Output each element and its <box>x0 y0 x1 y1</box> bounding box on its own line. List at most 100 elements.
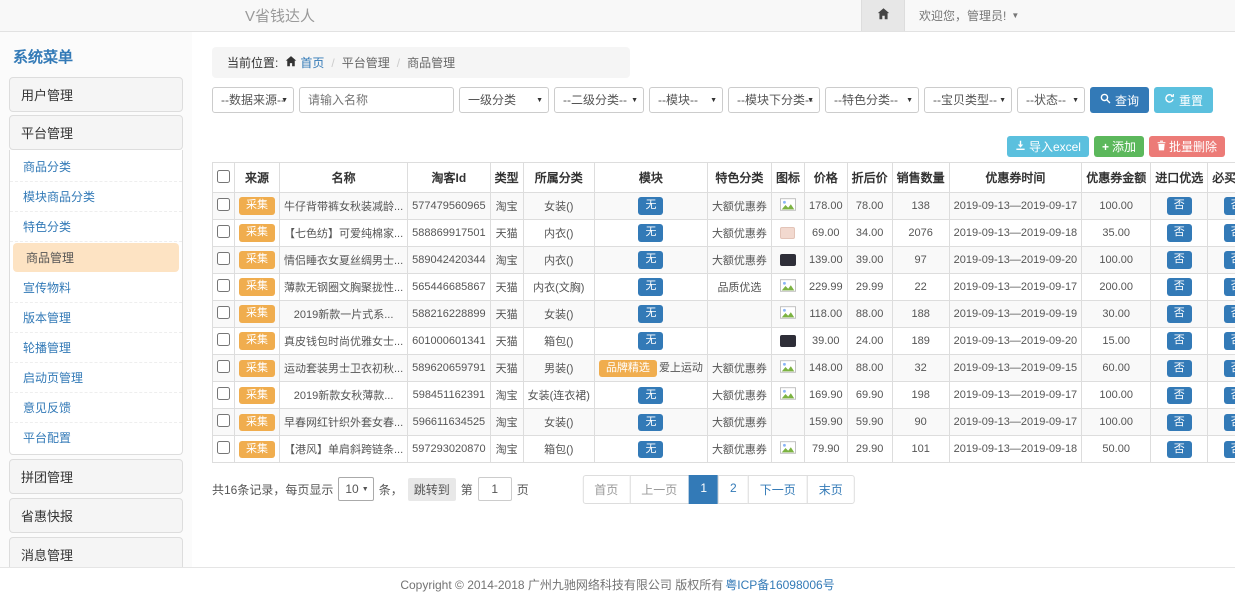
chevron-down-icon: ▼ <box>281 88 288 114</box>
filter-module[interactable]: --模块--▼ <box>649 87 723 113</box>
home-button[interactable] <box>861 0 905 31</box>
product-category: 箱包() <box>523 328 594 355</box>
filter-level2-category[interactable]: --二级分类--▼ <box>554 87 644 113</box>
per-page-select[interactable]: 10▼ <box>338 477 373 501</box>
import-optional-badge[interactable]: 否 <box>1167 278 1192 295</box>
filter-feature-category[interactable]: --特色分类--▼ <box>825 87 919 113</box>
taoke-id: 588216228899 <box>408 301 490 328</box>
page-first-button[interactable]: 首页 <box>582 475 630 504</box>
import-optional-badge[interactable]: 否 <box>1167 197 1192 214</box>
must-buy-badge[interactable]: 否 <box>1224 441 1235 458</box>
must-buy-badge[interactable]: 否 <box>1224 305 1235 322</box>
sales-count: 188 <box>892 301 949 328</box>
must-buy-badge[interactable]: 否 <box>1224 197 1235 214</box>
select-all-checkbox[interactable] <box>217 170 230 183</box>
user-menu[interactable]: 欢迎您，管理员! ▼ <box>905 7 1235 24</box>
import-optional-badge[interactable]: 否 <box>1167 414 1192 431</box>
coupon-time: 2019-09-13—2019-09-17 <box>949 409 1082 436</box>
sidebar-item-promo-materials[interactable]: 宣传物料 <box>10 273 182 303</box>
name-search-input[interactable] <box>299 87 454 113</box>
jump-button[interactable]: 跳转到 <box>408 478 456 501</box>
sidebar-item-savings-express[interactable]: 省惠快报 <box>9 498 183 533</box>
product-type: 淘宝 <box>490 382 523 409</box>
import-optional-badge[interactable]: 否 <box>1167 332 1192 349</box>
app-window: V省钱达人 欢迎您，管理员! ▼ 系统菜单 用户管理 平台管理 商品分类 模块商… <box>0 0 1235 600</box>
page-number-input[interactable] <box>478 477 512 501</box>
row-checkbox[interactable] <box>217 198 230 211</box>
import-icon <box>1015 140 1026 154</box>
table-row: 采集情侣睡衣女夏丝绸男士...589042420344淘宝内衣()无大额优惠券1… <box>213 247 1235 274</box>
import-optional-badge[interactable]: 否 <box>1167 224 1192 241</box>
coupon-amount: 100.00 <box>1082 409 1151 436</box>
table-row: 采集牛仔背带裤女秋装减龄...577479560965淘宝女装()无大额优惠券1… <box>213 193 1235 220</box>
must-buy-badge[interactable]: 否 <box>1224 387 1235 404</box>
row-checkbox[interactable] <box>217 252 230 265</box>
coupon-amount: 100.00 <box>1082 193 1151 220</box>
breadcrumb-level2: 商品管理 <box>407 54 455 71</box>
page-prev-button[interactable]: 上一页 <box>629 475 689 504</box>
sidebar-item-splash-mgmt[interactable]: 启动页管理 <box>10 363 182 393</box>
filter-level1-category[interactable]: 一级分类▼ <box>459 87 549 113</box>
import-optional-badge[interactable]: 否 <box>1167 387 1192 404</box>
welcome-text: 欢迎您，管理员! <box>919 7 1006 24</box>
add-button[interactable]: + 添加 <box>1094 136 1144 157</box>
sidebar-item-platform-mgmt[interactable]: 平台管理 <box>9 115 183 150</box>
must-buy-badge[interactable]: 否 <box>1224 224 1235 241</box>
import-optional-badge[interactable]: 否 <box>1167 360 1192 377</box>
sidebar-item-version-mgmt[interactable]: 版本管理 <box>10 303 182 333</box>
search-button[interactable]: 查询 <box>1090 87 1149 113</box>
discount-price: 59.90 <box>847 409 892 436</box>
sidebar-item-product-mgmt[interactable]: 商品管理 <box>13 243 179 272</box>
reset-button[interactable]: 重置 <box>1154 87 1213 113</box>
sales-count: 22 <box>892 274 949 301</box>
import-optional-badge[interactable]: 否 <box>1167 441 1192 458</box>
icp-link[interactable]: 粤ICP备16098006号 <box>725 576 834 593</box>
row-checkbox[interactable] <box>217 225 230 238</box>
sidebar-item-platform-config[interactable]: 平台配置 <box>10 423 182 452</box>
filter-module-subcategory[interactable]: --模块下分类--▼ <box>728 87 820 113</box>
row-checkbox[interactable] <box>217 387 230 400</box>
must-buy-badge[interactable]: 否 <box>1224 360 1235 377</box>
product-name: 运动套装男士卫衣初秋... <box>280 355 408 382</box>
import-optional-badge[interactable]: 否 <box>1167 251 1192 268</box>
filter-item-type[interactable]: --宝贝类型--▼ <box>924 87 1012 113</box>
sidebar-item-module-product-category[interactable]: 模块商品分类 <box>10 182 182 212</box>
main-content: 当前位置: 首页 / 平台管理 / 商品管理 --数据来源--▼ 一级分类▼ -… <box>192 32 1235 567</box>
sidebar-item-product-category[interactable]: 商品分类 <box>10 152 182 182</box>
row-checkbox[interactable] <box>217 333 230 346</box>
module-badge: 无 <box>638 251 663 268</box>
filter-data-source[interactable]: --数据来源--▼ <box>212 87 294 113</box>
table-header-row: 来源 名称 淘客Id 类型 所属分类 模块 特色分类 图标 价格 折后价 销售数… <box>213 163 1235 193</box>
sidebar-title: 系统菜单 <box>9 38 183 77</box>
import-excel-button[interactable]: 导入excel <box>1007 136 1089 157</box>
reset-button-label: 重置 <box>1179 92 1203 109</box>
row-checkbox[interactable] <box>217 306 230 319</box>
row-checkbox[interactable] <box>217 360 230 373</box>
row-checkbox[interactable] <box>217 279 230 292</box>
sidebar-item-user-mgmt[interactable]: 用户管理 <box>9 77 183 112</box>
page-next-button[interactable]: 下一页 <box>748 475 808 504</box>
must-buy-badge[interactable]: 否 <box>1224 414 1235 431</box>
sidebar-item-feedback[interactable]: 意见反馈 <box>10 393 182 423</box>
page-last-button[interactable]: 末页 <box>807 475 855 504</box>
must-buy-badge[interactable]: 否 <box>1224 278 1235 295</box>
breadcrumb-home-link[interactable]: 首页 <box>285 54 324 71</box>
sidebar-item-groupbuy-mgmt[interactable]: 拼团管理 <box>9 459 183 494</box>
broken-image-icon <box>780 310 796 322</box>
page-1-button[interactable]: 1 <box>688 475 719 504</box>
taoke-id: 598451162391 <box>408 382 490 409</box>
sales-count: 97 <box>892 247 949 274</box>
col-header-type: 类型 <box>490 163 523 193</box>
chevron-down-icon: ▼ <box>906 88 913 114</box>
row-checkbox[interactable] <box>217 441 230 454</box>
must-buy-badge[interactable]: 否 <box>1224 251 1235 268</box>
page-2-button[interactable]: 2 <box>718 475 749 504</box>
batch-delete-button[interactable]: 批量删除 <box>1149 136 1225 157</box>
must-buy-badge[interactable]: 否 <box>1224 332 1235 349</box>
filter-status[interactable]: --状态--▼ <box>1017 87 1085 113</box>
import-optional-badge[interactable]: 否 <box>1167 305 1192 322</box>
sidebar-item-feature-category[interactable]: 特色分类 <box>10 212 182 242</box>
row-checkbox[interactable] <box>217 414 230 427</box>
sidebar-item-carousel-mgmt[interactable]: 轮播管理 <box>10 333 182 363</box>
sidebar-item-message-mgmt[interactable]: 消息管理 <box>9 537 183 567</box>
